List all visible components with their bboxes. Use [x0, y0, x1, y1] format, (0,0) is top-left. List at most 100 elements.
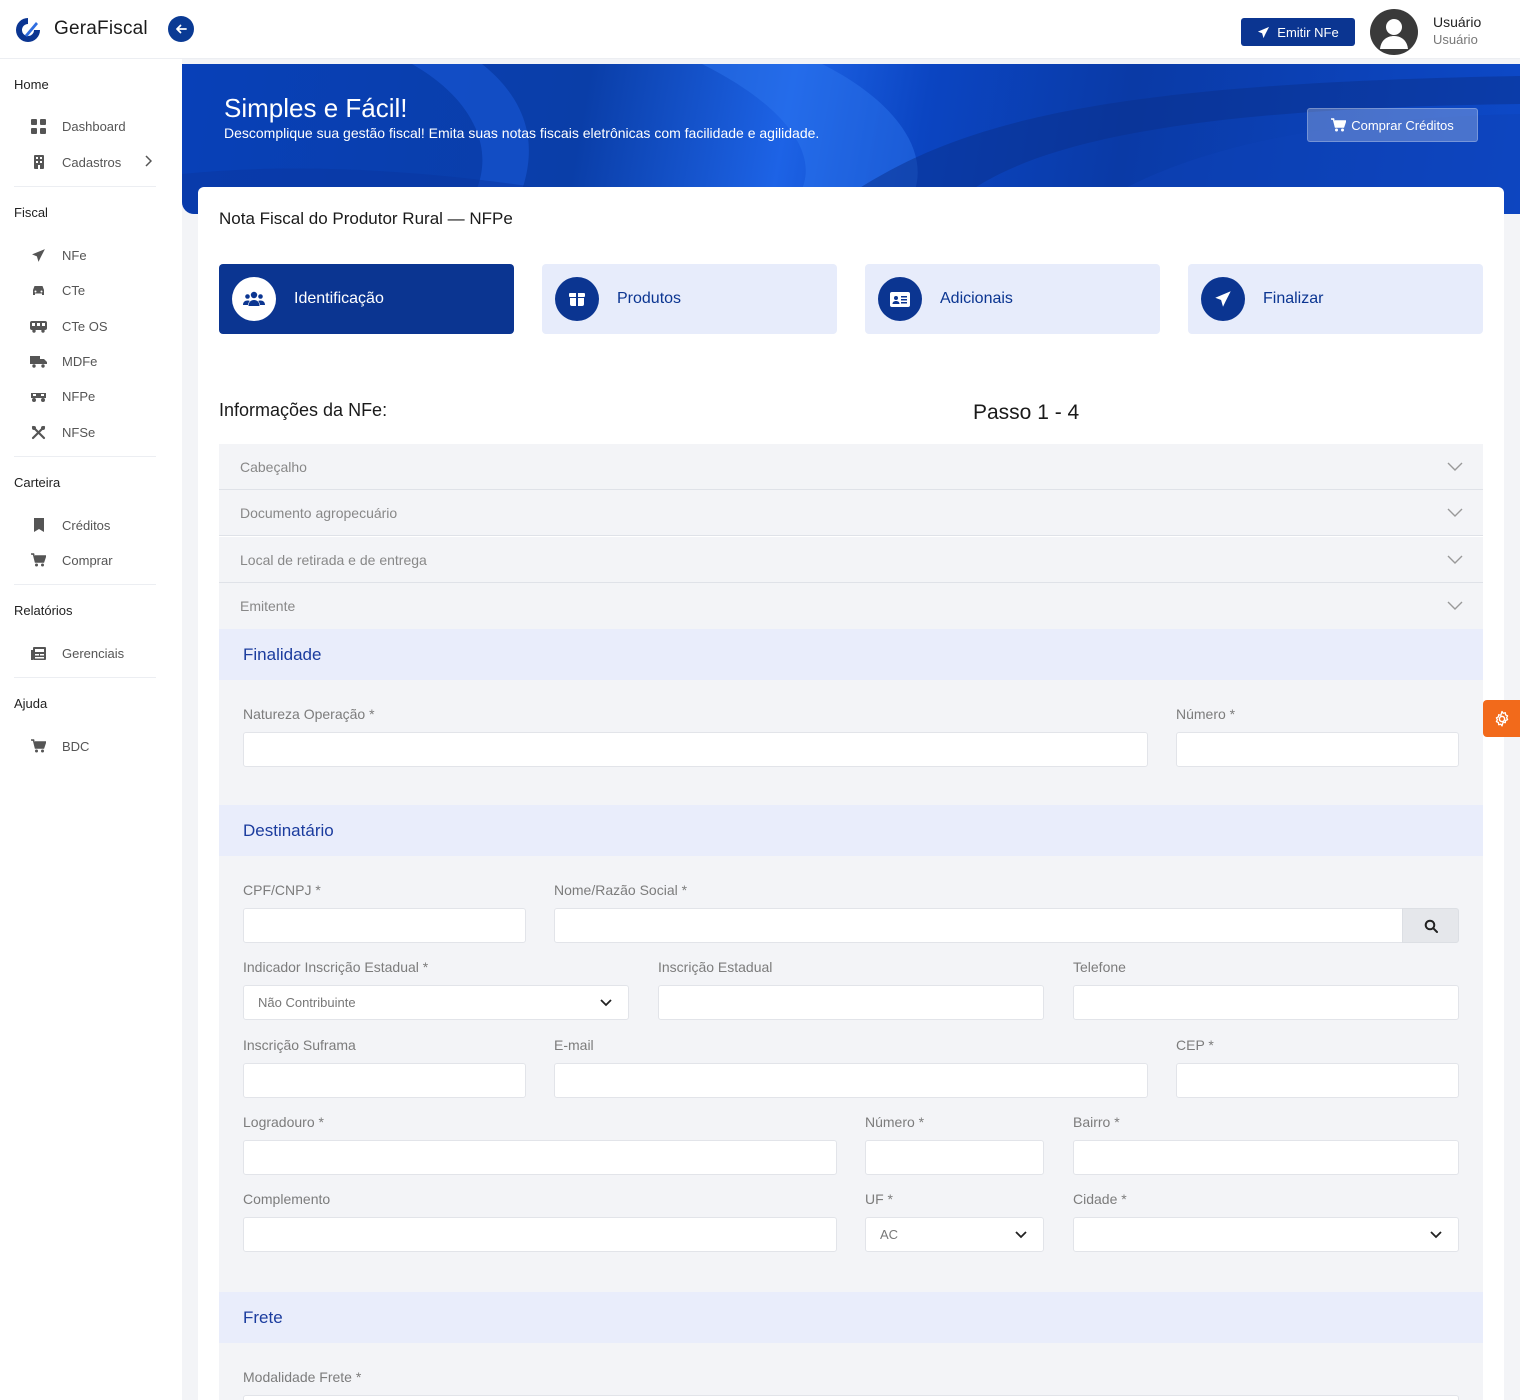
cpf-cnpj-label: CPF/CNPJ *: [243, 882, 321, 898]
accordion-cabecalho[interactable]: Cabeçalho: [219, 444, 1483, 490]
sidebar-item-label: BDC: [62, 738, 90, 754]
sidebar-collapse-button[interactable]: [168, 16, 194, 42]
sidebar-item-nfpe[interactable]: NFPe: [30, 384, 160, 408]
numero-endereco-input[interactable]: [865, 1140, 1044, 1175]
sidebar-item-comprar[interactable]: Comprar: [30, 548, 160, 572]
indicador-ie-value: Não Contribuinte: [258, 995, 356, 1010]
sidebar-item-label: CTe: [62, 282, 86, 298]
cpf-cnpj-input[interactable]: [243, 908, 526, 943]
search-icon: [1424, 919, 1438, 933]
search-button[interactable]: [1402, 908, 1459, 943]
natureza-operacao-input[interactable]: [243, 732, 1148, 767]
step-indicator: Passo 1 - 4: [973, 401, 1080, 424]
accordion-emitente[interactable]: Emitente: [219, 583, 1483, 629]
buy-credits-button[interactable]: Comprar Créditos: [1307, 108, 1478, 142]
user-icon: [1380, 19, 1408, 49]
section-finalidade-header: Finalidade: [219, 629, 1483, 680]
telefone-input[interactable]: [1073, 985, 1459, 1020]
cart-icon: [1331, 118, 1347, 132]
user-name[interactable]: Usuário: [1433, 14, 1481, 30]
sidebar-item-label: Gerenciais: [62, 645, 125, 661]
telefone-label: Telefone: [1073, 959, 1126, 975]
complemento-input[interactable]: [243, 1217, 837, 1252]
numero-endereco-label: Número *: [865, 1114, 925, 1130]
uf-select[interactable]: AC: [865, 1217, 1044, 1252]
sidebar-item-cte[interactable]: CTe: [30, 278, 160, 302]
step-label: Identificação: [294, 290, 384, 307]
avatar[interactable]: [1370, 9, 1418, 55]
sidebar-item-label: NFPe: [62, 388, 96, 404]
sidebar-item-gerenciais[interactable]: Gerenciais: [30, 641, 160, 665]
inscricao-suframa-label: Inscrição Suframa: [243, 1037, 356, 1053]
sidebar-item-nfe[interactable]: NFe: [30, 243, 160, 267]
sidebar-item-nfse[interactable]: NFSe: [30, 420, 160, 444]
banner-subtitle: Descomplique sua gestão fiscal! Emita su…: [224, 125, 820, 141]
banner-title: Simples e Fácil!: [224, 93, 408, 123]
accordion-documento-agropecuario[interactable]: Documento agropecuário: [219, 490, 1483, 536]
section-frete-body: Modalidade Frete *: [219, 1343, 1483, 1400]
accordion-local-retirada[interactable]: Local de retirada e de entrega: [219, 537, 1483, 583]
numero-input[interactable]: [1176, 732, 1459, 767]
modalidade-frete-select[interactable]: [243, 1395, 1459, 1400]
step-identificacao[interactable]: Identificação: [219, 264, 514, 334]
sidebar-item-mdfe[interactable]: MDFe: [30, 349, 160, 373]
sidebar-item-label: NFSe: [62, 424, 96, 440]
sidebar-item-label: Comprar: [62, 552, 113, 568]
send-icon: [30, 247, 47, 264]
complemento-label: Complemento: [243, 1191, 331, 1207]
buy-credits-label: Comprar Créditos: [1351, 117, 1454, 133]
nome-razao-social-input[interactable]: [554, 908, 1403, 943]
accordion-label: Emitente: [240, 598, 296, 614]
section-title-info: Informações da NFe:: [219, 400, 388, 420]
page-title: Nota Fiscal do Produtor Rural — NFPe: [219, 209, 513, 228]
sidebar-item-label: Créditos: [62, 517, 111, 533]
emit-nfe-button[interactable]: Emitir NFe: [1241, 18, 1355, 46]
gear-icon: [1495, 710, 1508, 727]
step-produtos[interactable]: Produtos: [542, 264, 837, 334]
cep-input[interactable]: [1176, 1063, 1459, 1098]
brand-name: GeraFiscal: [54, 18, 148, 39]
chevron-down-icon: [1447, 551, 1463, 569]
email-label: E-mail: [554, 1037, 594, 1053]
sidebar-item-label: MDFe: [62, 353, 98, 369]
truck-icon: [30, 353, 47, 370]
sidebar-item-dashboard[interactable]: Dashboard: [30, 114, 160, 138]
logradouro-input[interactable]: [243, 1140, 837, 1175]
box-icon: [555, 277, 599, 321]
newspaper-icon: [30, 645, 47, 662]
section-title: Frete: [243, 1307, 283, 1327]
sidebar-item-label: NFe: [62, 247, 87, 263]
building-icon: [30, 154, 47, 171]
sidebar-item-cte-os[interactable]: CTe OS: [30, 314, 160, 338]
sidebar-section-fiscal: Fiscal: [14, 205, 48, 220]
users-icon: [232, 277, 276, 321]
bus-icon: [30, 318, 47, 335]
sidebar-divider: [14, 677, 156, 678]
email-input[interactable]: [554, 1063, 1148, 1098]
accordion-label: Cabeçalho: [240, 458, 307, 475]
emit-nfe-label: Emitir NFe: [1277, 24, 1339, 40]
numero-label: Número *: [1176, 706, 1236, 722]
chevron-down-icon: [1447, 458, 1463, 476]
nome-razao-social-label: Nome/Razão Social *: [554, 882, 688, 898]
section-finalidade-body: Natureza Operação * Número *: [219, 680, 1483, 805]
sidebar-item-cadastros[interactable]: Cadastros: [30, 150, 160, 174]
sidebar-item-label: Cadastros: [62, 154, 122, 170]
section-destinatario-body: CPF/CNPJ * Nome/Razão Social * Indicador…: [219, 856, 1483, 1292]
bairro-input[interactable]: [1073, 1140, 1459, 1175]
settings-button[interactable]: [1483, 700, 1520, 737]
inscricao-estadual-label: Inscrição Estadual: [658, 959, 773, 975]
step-finalizar[interactable]: Finalizar: [1188, 264, 1483, 334]
sidebar-section-home: Home: [14, 77, 49, 92]
sidebar-item-bdc[interactable]: BDC: [30, 734, 160, 758]
sidebar-item-creditos[interactable]: Créditos: [30, 513, 160, 537]
inscricao-estadual-input[interactable]: [658, 985, 1044, 1020]
step-adicionais[interactable]: Adicionais: [865, 264, 1160, 334]
cidade-select[interactable]: [1073, 1217, 1459, 1252]
inscricao-suframa-input[interactable]: [243, 1063, 526, 1098]
sidebar-section-relatorios: Relatórios: [14, 603, 73, 618]
gerafiscal-logo: [16, 18, 40, 42]
indicador-ie-select[interactable]: Não Contribuinte: [243, 985, 629, 1020]
send-icon: [1201, 277, 1245, 321]
chevron-down-icon: [1430, 1227, 1442, 1242]
